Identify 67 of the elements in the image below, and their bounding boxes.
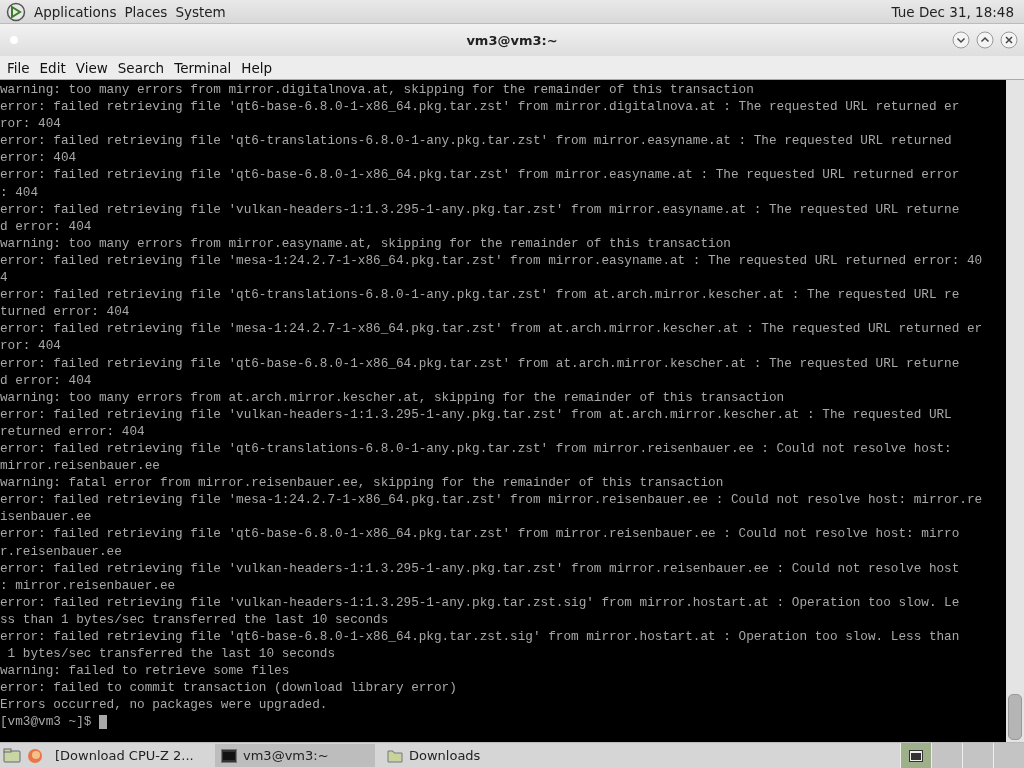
menu-item[interactable]: View — [70, 59, 113, 76]
text-cursor — [99, 715, 108, 729]
panel-menu[interactable]: Places — [122, 3, 170, 20]
terminal-line: mirror.reisenbauer.ee — [0, 457, 161, 475]
terminal-line: error: failed retrieving file 'vulkan-headers-1:1.3.295-1-any.pkg.tar.zst' from mirror.easyname.at : The requested URL returne — [0, 200, 961, 218]
terminal-line: ror: 404 — [0, 115, 62, 133]
terminal-line: error: failed retrieving file 'qt6-base-6.8.0-1-x86_64.pkg.tar.zst' from at.arch.mirror.kescher.at : The requested URL returne — [0, 354, 961, 372]
terminal-line: warning: too many errors from at.arch.mirror.kescher.at, skipping for the remainder of this transaction — [0, 388, 786, 406]
panel-menu[interactable]: System — [173, 3, 228, 20]
terminal-line: error: failed retrieving file 'qt6-base-6.8.0-1-x86_64.pkg.tar.zst' from mirror.digitalnova.at : The requested URL returned er — [0, 98, 961, 116]
terminal-line: error: failed retrieving file 'qt6-translations-6.8.0-1-any.pkg.tar.zst' from at.arch.mirror.kescher.at : The requested URL re — [0, 286, 961, 304]
terminal-line: error: failed retrieving file 'vulkan-headers-1:1.3.295-1-any.pkg.tar.zst' from at.arch.mirror.kescher.at : The requested URL — [0, 405, 953, 423]
terminal-line: returned error: 404 — [0, 422, 146, 440]
workspace-switcher-cell[interactable] — [993, 743, 1024, 768]
terminal-line: warning: too many errors from mirror.digitalnova.at, skipping for the remainder of this transaction — [0, 81, 755, 99]
terminal-line: error: failed retrieving file 'qt6-translations-6.8.0-1-any.pkg.tar.zst' from mirror.easyname.at : The requested URL returned — [0, 132, 953, 150]
terminal-line: turned error: 404 — [0, 303, 131, 321]
menu-item[interactable]: File — [2, 59, 35, 76]
terminal-line: error: failed retrieving file 'mesa-1:24.2.7-1-x86_64.pkg.tar.zst' from at.arch.mirror.kescher.at : The requested URL returned er — [0, 320, 984, 338]
terminal-line: 1 bytes/sec transferred the last 10 seconds — [6, 645, 336, 663]
menu-item[interactable]: Terminal — [169, 59, 237, 76]
terminal-line: warning: fatal error from mirror.reisenbauer.ee, skipping for the remainder of this transaction — [0, 474, 725, 492]
menu-item[interactable]: Search — [112, 59, 170, 76]
terminal-line: : mirror.reisenbauer.ee — [0, 576, 177, 594]
terminal-line: error: failed retrieving file 'vulkan-headers-1:1.3.295-1-any.pkg.tar.zst.sig' from mirror.hostart.at : Operation too slow. Le — [0, 593, 961, 611]
terminal-line: r.reisenbauer.ee — [0, 542, 123, 560]
workspace-switcher-cell[interactable] — [900, 743, 931, 768]
terminal-line: error: failed retrieving file 'mesa-1:24.2.7-1-x86_64.pkg.tar.zst' from mirror.easyname.at : The requested URL returned error: 40 — [0, 251, 984, 270]
menu-item[interactable]: Help — [236, 59, 278, 76]
scrollbar-thumb[interactable] — [1008, 694, 1022, 740]
terminal-line: warning: too many errors from mirror.easyname.at, skipping for the remainder of this transaction — [0, 234, 732, 252]
menu-item[interactable]: Edit — [34, 59, 71, 76]
scrollbar[interactable] — [1006, 80, 1024, 742]
panel-menu[interactable]: Applications — [32, 3, 119, 20]
terminal-line: error: failed retrieving file 'vulkan-headers-1:1.3.295-1-any.pkg.tar.zst' from mirror.reisenbauer.ee : Could not resolve host — [0, 559, 961, 577]
terminal-line: error: failed retrieving file 'qt6-base-6.8.0-1-x86_64.pkg.tar.zst' from mirror.easyname.at : The requested URL returned error — [0, 166, 961, 184]
terminal-line: error: failed retrieving file 'qt6-base-6.8.0-1-x86_64.pkg.tar.zst.sig' from mirror.hostart.at : Operation too slow. Less than — [0, 628, 961, 646]
close-icon[interactable] — [1000, 31, 1018, 49]
terminal-line: : 404 — [0, 183, 40, 201]
terminal-line: ror: 404 — [0, 337, 62, 355]
terminal-line: d error: 404 — [0, 217, 93, 235]
terminal-line: error: 404 — [0, 149, 78, 167]
terminal-line: d error: 404 — [0, 371, 93, 389]
terminal-line: error: failed to commit transaction (download library error) — [0, 679, 458, 697]
terminal-line: warning: failed to retrieve some files — [0, 662, 291, 680]
shell-prompt: [vm3@vm3 ~]$ — [0, 713, 92, 731]
terminal-line: isenbauer.ee — [0, 508, 93, 526]
show-desktop-icon[interactable] — [3, 747, 21, 764]
terminal-line: error: failed retrieving file 'mesa-1:24.2.7-1-x86_64.pkg.tar.zst' from mirror.reisenbauer.ee : Could not resolve host: mirror.re — [0, 491, 984, 509]
maximize-icon[interactable] — [976, 31, 994, 49]
window-menu-icon[interactable] — [10, 36, 18, 44]
window-title: vm3@vm3:~ — [466, 32, 558, 48]
clock[interactable]: Tue Dec 31, 18:48 — [891, 3, 1018, 20]
terminal-line: Errors occurred, no packages were upgraded. — [0, 696, 329, 714]
terminal-line: ss than 1 bytes/sec transferred the last 10 seconds — [0, 610, 390, 628]
terminal-line: 4 — [0, 269, 9, 287]
globe-icon[interactable] — [27, 747, 43, 764]
terminal-icon — [221, 748, 237, 763]
distro-logo-icon[interactable] — [6, 1, 26, 22]
window-thumbnail-icon — [909, 749, 923, 762]
taskbar-button[interactable]: vm3@vm3:~ — [215, 744, 375, 767]
folder-icon — [387, 748, 403, 763]
terminal-line: error: failed retrieving file 'qt6-translations-6.8.0-1-any.pkg.tar.zst' from mirror.reisenbauer.ee : Could not resolve host: — [0, 439, 953, 458]
workspace-switcher-cell[interactable] — [931, 743, 962, 768]
workspace-switcher-cell[interactable] — [962, 743, 993, 768]
minimize-icon[interactable] — [952, 31, 970, 49]
terminal-line: error: failed retrieving file 'qt6-base-6.8.0-1-x86_64.pkg.tar.zst' from mirror.reisenbauer.ee : Could not resolve host: mirro — [0, 525, 961, 543]
